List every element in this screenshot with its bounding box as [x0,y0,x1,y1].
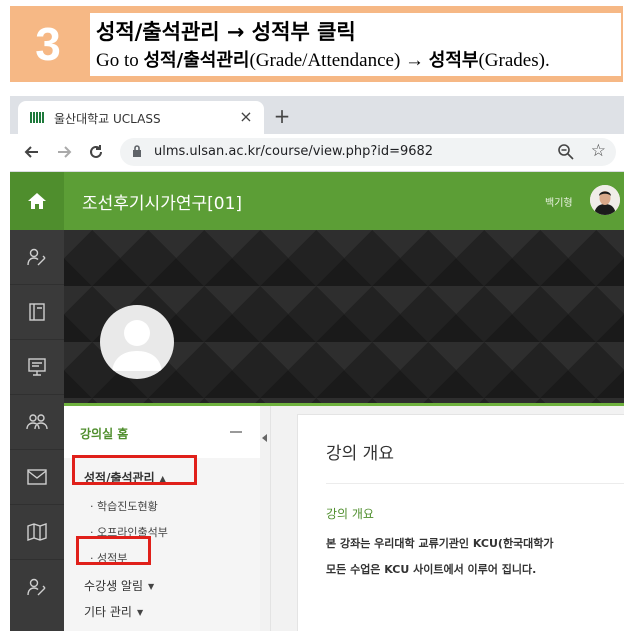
course-page: 조선후기시가연구[01] 백기형 강의실 홈 성적/출석관리 ▲ · 학습진도현… [10,172,624,631]
new-tab-button[interactable]: + [271,105,293,127]
rail-profile-button-2[interactable] [10,560,64,614]
address-bar[interactable]: ulms.ulsan.ac.kr/course/view.php?id=9682… [120,138,616,166]
browser-tab-strip: 울산대학교 UCLASS × + [10,96,624,134]
sidebar-home-link[interactable]: 강의실 홈 [80,425,128,442]
avatar[interactable] [590,185,620,215]
group-icon [26,414,48,430]
mail-icon [27,469,47,485]
summary-line-1: 본 강좌는 우리대학 교류기관인 KCU(한국대학가 [326,537,554,550]
divider [326,483,624,484]
collapse-left-icon [262,434,267,442]
course-banner [64,230,624,403]
tab-title: 울산대학교 UCLASS [54,112,161,126]
zoom-icon[interactable] [556,142,576,162]
main-content: 강의 개요 강의 개요 본 강좌는 우리대학 교류기관인 KCU(한국대학가 모… [271,406,624,631]
rail-group-button[interactable] [10,395,64,450]
menu-other-admin[interactable]: 기타 관리 ▼ [84,603,143,620]
back-icon[interactable] [20,140,44,164]
instruction-banner: 3 성적/출석관리 → 성적부 클릭 Go to 성적/출석관리(Grade/A… [10,6,623,82]
star-icon[interactable]: ☆ [591,141,606,161]
menu-other-admin-label: 기타 관리 [84,605,132,619]
profile-icon [27,248,46,266]
rail-map-button[interactable] [10,505,64,560]
instruction-prefix: Go to [96,50,144,71]
step-number: 3 [35,18,61,70]
browser-toolbar: ulms.ulsan.ac.kr/course/view.php?id=9682… [10,134,624,172]
profile-icon [27,578,46,596]
rail-profile-button[interactable] [10,230,64,285]
user-name[interactable]: 백기형 [545,194,573,209]
menu-progress-status[interactable]: · 학습진도현황 [90,498,158,514]
home-icon [28,193,46,209]
rail-mail-button[interactable] [10,450,64,505]
rail-board-button[interactable] [10,340,64,395]
instruction-bold-item: 성적부 [428,50,479,71]
forward-icon[interactable] [52,140,76,164]
collapse-icon[interactable] [230,431,242,433]
left-sidebar: 강의실 홈 성적/출석관리 ▲ · 학습진도현황 · 오프라인출석부 · 성적부 … [64,406,261,631]
menu-student-notice[interactable]: 수강생 알림 ▼ [84,577,154,594]
reload-icon[interactable] [84,140,108,164]
home-button[interactable] [10,172,64,230]
highlight-box-grade-attendance [72,455,197,485]
instruction-text-box: 성적/출석관리 → 성적부 클릭 Go to 성적/출석관리(Grade/Att… [90,13,621,76]
sidebar-toggle[interactable] [260,406,271,631]
rail-book-button[interactable] [10,285,64,340]
top-navbar: 조선후기시가연구[01] 백기형 [10,172,624,230]
lock-icon [133,145,141,157]
caret-down-icon: ▼ [148,582,155,591]
instruction-line-english: Go to 성적/출석관리(Grade/Attendance) → 성적부(Gr… [96,46,550,72]
instruction-mid: (Grade/Attendance) → [249,50,429,71]
instruction-bold-menu: 성적/출석관리 [143,50,250,71]
book-icon [29,303,45,321]
map-icon [27,523,47,541]
course-avatar [100,305,174,379]
favicon-icon [30,112,45,123]
section-subtitle: 강의 개요 [326,507,374,521]
close-tab-icon[interactable]: × [236,107,256,127]
instruction-line-korean: 성적/출석관리 → 성적부 클릭 [96,20,356,44]
summary-line-2: 모든 수업은 KCU 사이트에서 이루어 집니다. [326,563,537,576]
section-title: 강의 개요 [326,444,394,464]
url-text: ulms.ulsan.ac.kr/course/view.php?id=9682 [154,144,434,159]
course-title[interactable]: 조선후기시가연구[01] [82,189,242,214]
instruction-suffix: (Grades). [478,50,550,71]
menu-student-notice-label: 수강생 알림 [84,579,144,593]
sidebar-home: 강의실 홈 [64,406,260,459]
course-summary-card: 강의 개요 강의 개요 본 강좌는 우리대학 교류기관인 KCU(한국대학가 모… [297,414,624,631]
highlight-box-gradebook [76,536,151,565]
caret-down-icon: ▼ [136,608,144,617]
left-icon-rail [10,230,64,631]
board-icon [28,358,46,376]
browser-tab[interactable]: 울산대학교 UCLASS × [18,101,264,134]
